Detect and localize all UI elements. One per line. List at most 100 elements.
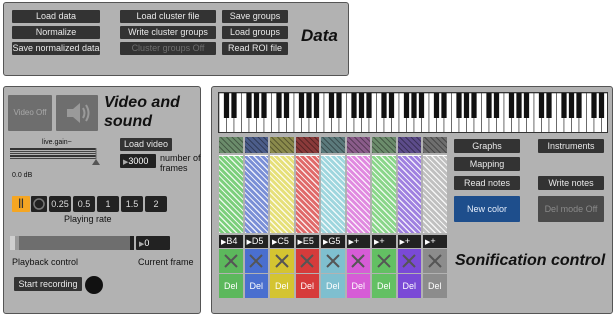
color-column-slider[interactable] [295,155,319,233]
color-column-header[interactable] [295,137,319,153]
piano-black-key[interactable] [493,93,500,118]
frames-number-box[interactable]: ▶3000 [120,154,156,168]
note-selector[interactable]: ▶C5 [270,235,294,248]
piano-black-key[interactable] [366,93,372,118]
delete-column-button[interactable]: Del [423,274,447,298]
instruments-button[interactable]: Instruments [538,139,604,153]
mute-toggle[interactable] [372,249,396,273]
mute-toggle[interactable] [219,249,243,273]
piano-black-key[interactable] [231,93,237,118]
color-column-header[interactable] [372,137,396,153]
piano-black-key[interactable] [403,93,410,118]
note-selector[interactable]: ▶+ [346,235,370,248]
piano-black-key[interactable] [441,93,447,118]
note-selector[interactable]: ▶G5 [321,235,345,248]
piano-black-key[interactable] [598,93,605,118]
piano-black-key[interactable] [568,93,575,118]
piano-black-key[interactable] [276,93,282,118]
save-normalized-data-button[interactable]: Save normalized data [12,42,100,55]
color-column-header[interactable] [397,137,421,153]
piano-black-key[interactable] [313,93,320,118]
current-frame-box[interactable]: ▶0 [136,236,170,250]
gain-slider[interactable] [10,148,102,165]
delete-column-button[interactable]: Del [270,274,294,298]
load-cluster-file-button[interactable]: Load cluster file [120,10,216,23]
piano-black-key[interactable] [546,93,552,118]
read-roi-file-button[interactable]: Read ROI file [222,42,288,55]
mute-toggle[interactable] [244,249,268,273]
note-selector[interactable]: ▶D5 [244,235,268,248]
color-column-slider[interactable] [219,155,243,233]
piano-black-key[interactable] [418,93,425,118]
rate-0-25-button[interactable]: 0.25 [49,196,71,212]
color-column-slider[interactable] [397,155,421,233]
delete-column-button[interactable]: Del [321,274,345,298]
mute-toggle[interactable] [397,249,421,273]
delete-column-button[interactable]: Del [372,274,396,298]
color-column-slider[interactable] [321,155,345,233]
piano-black-key[interactable] [561,93,567,118]
write-cluster-groups-button[interactable]: Write cluster groups [120,26,216,39]
mute-toggle[interactable] [295,249,319,273]
piano-black-key[interactable] [283,93,290,118]
piano-black-key[interactable] [388,93,395,118]
color-column-slider[interactable] [270,155,294,233]
color-column-slider[interactable] [423,155,447,233]
load-data-button[interactable]: Load data [12,10,100,23]
mute-toggle[interactable] [321,249,345,273]
color-column-header[interactable] [270,137,294,153]
piano-black-key[interactable] [508,93,515,118]
delete-column-button[interactable]: Del [346,274,370,298]
save-groups-button[interactable]: Save groups [222,10,288,23]
note-selector[interactable]: ▶+ [372,235,396,248]
record-indicator-icon[interactable] [85,276,103,294]
piano-black-key[interactable] [298,93,305,118]
note-selector[interactable]: ▶+ [423,235,447,248]
read-notes-button[interactable]: Read notes [454,176,520,190]
delete-column-button[interactable]: Del [295,274,319,298]
piano-black-key[interactable] [358,93,365,118]
rate-0-5-button[interactable]: 0.5 [73,196,95,212]
piano-black-key[interactable] [523,93,530,118]
delete-column-button[interactable]: Del [244,274,268,298]
delete-column-button[interactable]: Del [219,274,243,298]
load-video-button[interactable]: Load video [120,138,172,151]
rate-1-button[interactable]: 1 [97,196,119,212]
note-selector[interactable]: ▶+ [397,235,421,248]
piano-black-key[interactable] [433,93,440,118]
load-groups-button[interactable]: Load groups [222,26,288,39]
piano-black-key[interactable] [538,93,545,118]
piano-black-key[interactable] [486,93,492,118]
piano-black-key[interactable] [591,93,597,118]
pause-button[interactable]: || [12,196,30,212]
piano-black-key[interactable] [381,93,387,118]
graphs-button[interactable]: Graphs [454,139,520,153]
piano-black-key[interactable] [306,93,312,118]
speaker-icon[interactable] [56,95,98,131]
playback-slider[interactable] [10,236,134,250]
mute-toggle[interactable] [346,249,370,273]
mute-toggle[interactable] [270,249,294,273]
color-column-header[interactable] [219,137,243,153]
note-selector[interactable]: ▶E5 [295,235,319,248]
piano-black-key[interactable] [328,93,335,118]
piano-black-key[interactable] [246,93,252,118]
piano-black-key[interactable] [261,93,267,118]
normalize-button[interactable]: Normalize [12,26,100,39]
color-column-header[interactable] [346,137,370,153]
write-notes-button[interactable]: Write notes [538,176,604,190]
rate-2-button[interactable]: 2 [145,196,167,212]
piano-black-key[interactable] [351,93,357,118]
start-recording-button[interactable]: Start recording [14,277,82,291]
color-column-slider[interactable] [244,155,268,233]
new-color-button[interactable]: New color [454,196,520,222]
piano-black-key[interactable] [223,93,230,118]
color-column-header[interactable] [321,137,345,153]
color-column-header[interactable] [244,137,268,153]
stop-circle-button[interactable] [31,196,47,212]
color-column-slider[interactable] [372,155,396,233]
piano-keyboard[interactable] [218,92,608,133]
mapping-button[interactable]: Mapping [454,157,520,171]
mute-toggle[interactable] [423,249,447,273]
piano-black-key[interactable] [456,93,462,118]
